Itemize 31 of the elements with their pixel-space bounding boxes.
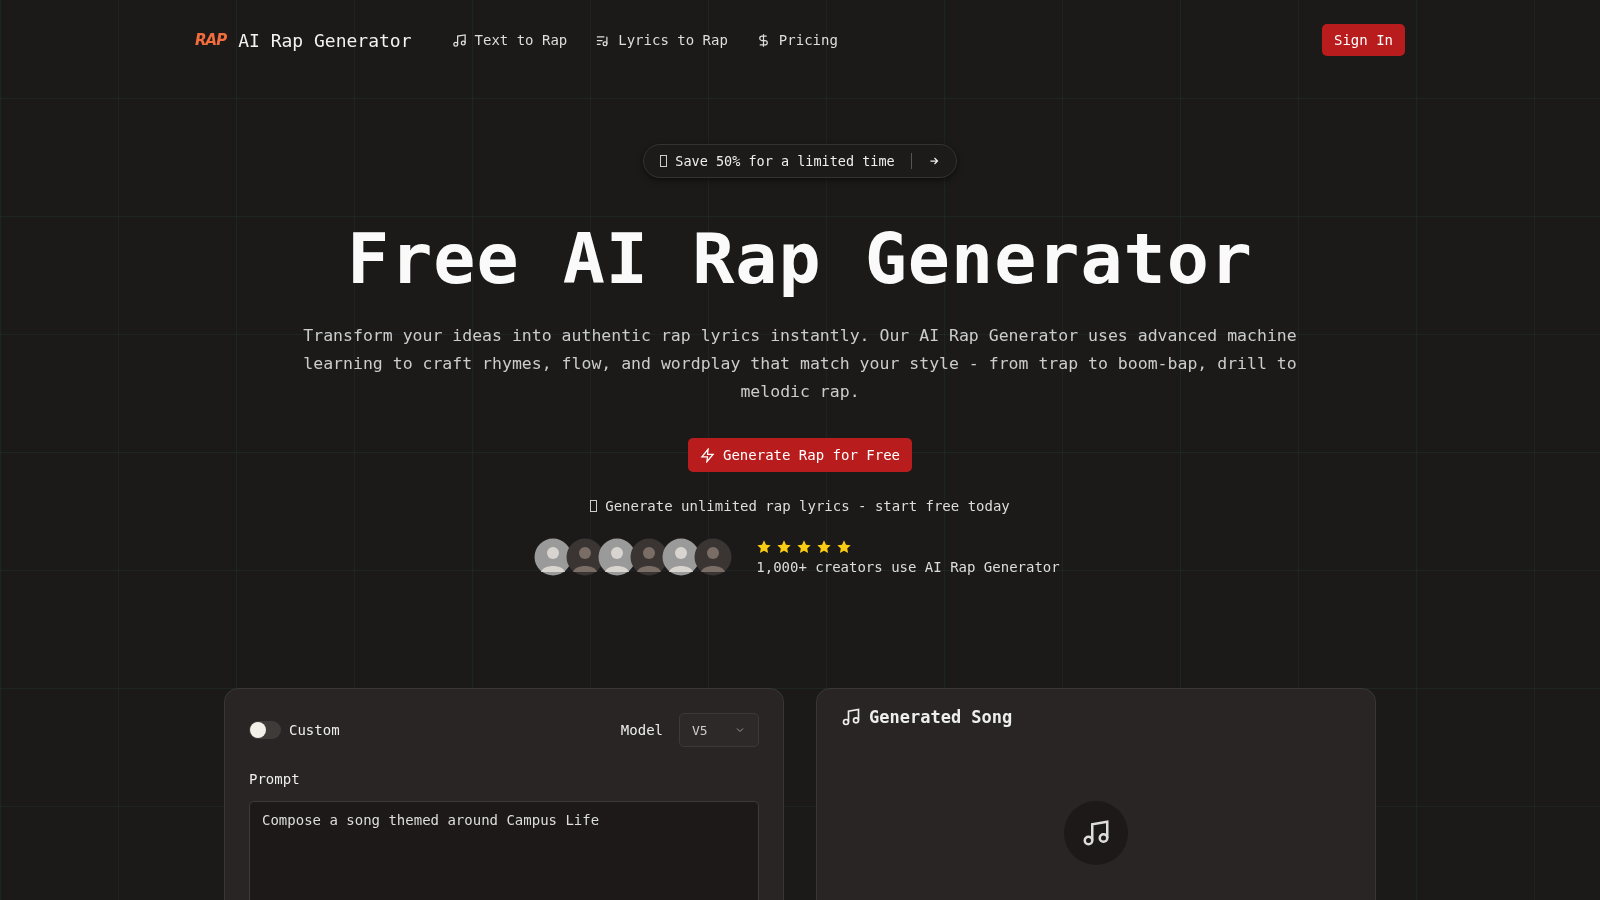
creators-count: 1,000+ creators use AI Rap Generator <box>756 559 1060 575</box>
promo-banner[interactable]: Save 50% for a limited time <box>643 144 957 178</box>
star-icon <box>756 539 773 555</box>
model-label: Model <box>620 722 663 738</box>
glyph-box-icon <box>660 155 668 167</box>
nav-link[interactable]: Lyrics to Rap <box>595 32 728 48</box>
avatar-icon <box>694 538 733 576</box>
prompt-label: Prompt <box>249 771 301 787</box>
hero-description: Transform your ideas into authentic rap lyrics instantly. Our AI Rap Generator uses advanced machine learning to craft rhymes, flow, and wordplay that match your style - from trap to boom-bap, drill to melodic rap. <box>302 325 1298 403</box>
logo-text[interactable]: RAP <box>195 31 227 49</box>
custom-label: Custom <box>289 722 340 738</box>
prompt-field[interactable]: Compose a song themed around Campus Life <box>249 801 759 900</box>
star-icon <box>776 539 793 555</box>
output-title: Generated Song <box>869 707 1013 727</box>
nav-link[interactable]: Pricing <box>755 32 838 48</box>
music-note-icon <box>841 707 861 727</box>
glyph-box-icon <box>590 500 598 512</box>
star-icon <box>816 539 833 555</box>
lightning-icon <box>700 447 715 463</box>
model-select[interactable]: V5 <box>679 713 759 747</box>
generate-button[interactable]: Generate Rap for Free <box>688 438 912 472</box>
star-icon <box>836 539 853 555</box>
star-icon <box>796 539 813 555</box>
sign-in-button[interactable]: Sign In <box>1322 24 1405 56</box>
brand-name[interactable]: AI Rap Generator <box>238 29 412 51</box>
promo-text: Save 50% for a limited time <box>675 153 895 169</box>
nav-link[interactable]: Text to Rap <box>451 32 568 48</box>
hero-title: Free AI Rap Generator <box>347 218 1253 300</box>
music-note-icon <box>451 32 467 48</box>
free-note: Generate unlimited rap lyrics - start free today <box>605 498 1010 514</box>
custom-toggle[interactable] <box>249 721 281 739</box>
